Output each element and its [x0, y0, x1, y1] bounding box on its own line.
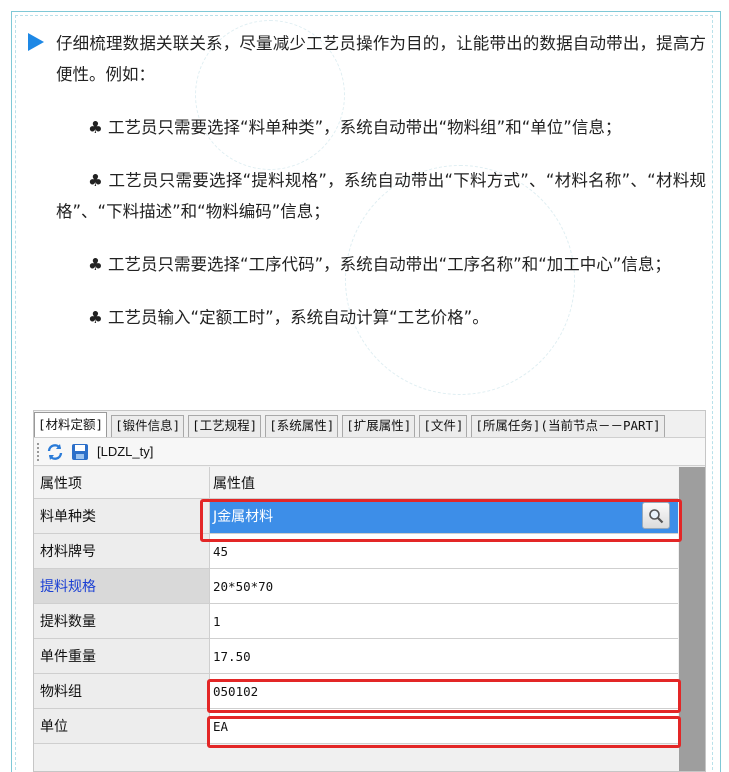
toolbar-grip[interactable]: [37, 442, 41, 461]
row-label-list-type: 料单种类: [34, 499, 210, 533]
grid-header-row: 属性项 属性值: [34, 467, 678, 499]
row-label-unit-weight: 单件重量: [34, 639, 210, 673]
bullet-paragraph: ♣ 工艺员输入“定额工时”，系统自动计算“工艺价格”。: [56, 302, 706, 333]
bullet-paragraph: ♣ 工艺员只需要选择“工序代码”，系统自动带出“工序名称”和“加工中心”信息；: [56, 249, 706, 280]
unit-value[interactable]: EA: [210, 709, 678, 743]
table-row[interactable]: 物料组 050102: [34, 674, 678, 709]
tab-forging-info[interactable]: [锻件信息]: [111, 415, 185, 437]
row-label-unit: 单位: [34, 709, 210, 743]
property-grid: 属性项 属性值 料单种类 J金属材料 材料牌号 45 提料规格 20*50*70: [34, 467, 678, 744]
tab-bar: [材料定额] [锻件信息] [工艺规程] [系统属性] [扩展属性] [文件] …: [34, 411, 705, 437]
bullet-text: 工艺员只需要选择“提料规格”，系统自动带出“下料方式”、“材料名称”、“材料规格…: [56, 171, 706, 221]
refresh-icon: [47, 443, 63, 460]
refresh-button[interactable]: [45, 442, 65, 462]
column-header-value: 属性值: [210, 467, 678, 498]
lookup-button[interactable]: [642, 502, 670, 529]
feed-quantity-value[interactable]: 1: [210, 604, 678, 638]
table-row[interactable]: 单件重量 17.50: [34, 639, 678, 674]
toolbar-form-label: [LDZL_ty]: [97, 444, 154, 459]
list-type-value-text: J金属材料: [213, 509, 274, 525]
club-bullet-icon: ♣: [88, 255, 103, 274]
bullet-text: 工艺员只需要选择“料单种类”，系统自动带出“物料组”和“单位”信息；: [102, 118, 622, 137]
table-row[interactable]: 提料数量 1: [34, 604, 678, 639]
tab-material-quota[interactable]: [材料定额]: [34, 412, 108, 437]
tab-process-spec[interactable]: [工艺规程]: [188, 415, 262, 437]
club-bullet-icon: ♣: [88, 171, 104, 190]
article-body: 仔细梳理数据关联关系，尽量减少工艺员操作为目的，让能带出的数据自动带出，提高方便…: [26, 28, 710, 333]
save-button[interactable]: [70, 442, 90, 462]
table-row[interactable]: 单位 EA: [34, 709, 678, 744]
material-group-value[interactable]: 050102: [210, 674, 678, 708]
property-panel: [材料定额] [锻件信息] [工艺规程] [系统属性] [扩展属性] [文件] …: [33, 410, 706, 772]
tab-extended-properties[interactable]: [扩展属性]: [342, 415, 416, 437]
tab-tasks[interactable]: [所属任务](当前节点－－PART]: [471, 415, 665, 437]
club-bullet-icon: ♣: [88, 308, 103, 327]
column-header-property: 属性项: [34, 467, 210, 498]
bullet-text: 工艺员输入“定额工时”，系统自动计算“工艺价格”。: [102, 308, 489, 327]
table-row[interactable]: 材料牌号 45: [34, 534, 678, 569]
bullet-paragraph: ♣ 工艺员只需要选择“提料规格”，系统自动带出“下料方式”、“材料名称”、“材料…: [56, 165, 706, 227]
intro-paragraph: 仔细梳理数据关联关系，尽量减少工艺员操作为目的，让能带出的数据自动带出，提高方便…: [56, 34, 706, 84]
feed-spec-value[interactable]: 20*50*70: [210, 569, 678, 603]
toolbar: [LDZL_ty]: [34, 437, 705, 466]
magnifier-icon: [649, 508, 664, 523]
row-label-material-group: 物料组: [34, 674, 210, 708]
tab-system-properties[interactable]: [系统属性]: [265, 415, 339, 437]
row-label-material-grade: 材料牌号: [34, 534, 210, 568]
club-bullet-icon: ♣: [88, 118, 103, 137]
table-row[interactable]: 提料规格 20*50*70: [34, 569, 678, 604]
list-type-value[interactable]: J金属材料: [210, 499, 678, 533]
material-grade-value[interactable]: 45: [210, 534, 678, 568]
unit-weight-value[interactable]: 17.50: [210, 639, 678, 673]
row-label-feed-spec[interactable]: 提料规格: [34, 569, 210, 603]
bullet-text: 工艺员只需要选择“工序代码”，系统自动带出“工序名称”和“加工中心”信息；: [102, 255, 671, 274]
grid-empty-area: [679, 467, 705, 771]
bullet-paragraph: ♣ 工艺员只需要选择“料单种类”，系统自动带出“物料组”和“单位”信息；: [56, 112, 706, 143]
floppy-disk-icon: [72, 443, 88, 460]
tab-files[interactable]: [文件]: [419, 415, 468, 437]
row-label-feed-quantity: 提料数量: [34, 604, 210, 638]
triangle-arrow-icon: [28, 33, 44, 51]
table-row[interactable]: 料单种类 J金属材料: [34, 499, 678, 534]
